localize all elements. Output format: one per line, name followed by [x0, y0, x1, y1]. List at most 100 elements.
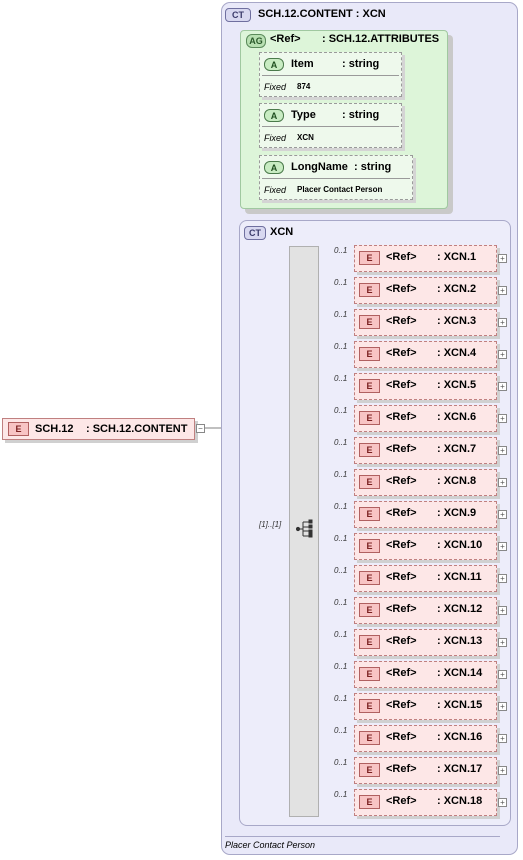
complex-type-icon: CT [225, 8, 251, 22]
element-type: : XCN.9 [437, 507, 477, 519]
element-icon: E [359, 507, 380, 521]
element-occurrence: 0..1 [334, 694, 348, 703]
element-icon: E [359, 699, 380, 713]
root-element-type: : SCH.12.CONTENT [86, 423, 188, 435]
element-type: : XCN.3 [437, 315, 477, 327]
fixed-value: 874 [297, 82, 311, 91]
fixed-label: Fixed [264, 185, 287, 195]
element-icon: E [359, 315, 380, 329]
element-ref: <Ref> [386, 763, 417, 775]
element-occurrence: 0..1 [334, 534, 348, 543]
root-element-name: SCH.12 [35, 423, 74, 435]
root-element[interactable]: E SCH.12 : SCH.12.CONTENT [2, 418, 195, 440]
sequence-occurrence: [1]..[1] [259, 520, 282, 529]
element-occurrence: 0..1 [334, 726, 348, 735]
element-type: : XCN.1 [437, 251, 477, 263]
element-occurrence: 0..1 [334, 790, 348, 799]
element-ref: <Ref> [386, 315, 417, 327]
element-icon: E [359, 443, 380, 457]
expand-icon[interactable]: + [498, 734, 507, 743]
expand-icon[interactable]: + [498, 446, 507, 455]
element-type: : XCN.15 [437, 699, 483, 711]
element-ref: <Ref> [386, 731, 417, 743]
element-type: : XCN.16 [437, 731, 483, 743]
divider [262, 178, 410, 179]
element-occurrence: 0..1 [334, 310, 348, 319]
fixed-value: XCN [297, 133, 314, 142]
element-icon: E [359, 763, 380, 777]
complex-type-title: SCH.12.CONTENT : XCN [258, 8, 386, 20]
expand-icon[interactable]: + [498, 478, 507, 487]
attribute-group-ref: <Ref> [270, 33, 301, 45]
element-ref: <Ref> [386, 539, 417, 551]
element-icon: E [359, 603, 380, 617]
collapse-icon[interactable]: − [196, 424, 205, 433]
attribute-type: : string [354, 161, 392, 173]
expand-icon[interactable]: + [498, 702, 507, 711]
element-occurrence: 0..1 [334, 758, 348, 767]
divider [262, 75, 399, 76]
element-type: : XCN.11 [437, 571, 482, 583]
element-type: : XCN.4 [437, 347, 477, 359]
expand-icon[interactable]: + [498, 542, 507, 551]
attribute-icon: A [264, 109, 284, 122]
element-type: : XCN.5 [437, 379, 477, 391]
expand-icon[interactable]: + [498, 670, 507, 679]
attribute-type: : string [342, 58, 380, 70]
expand-icon[interactable]: + [498, 798, 507, 807]
element-occurrence: 0..1 [334, 502, 348, 511]
xcn-title: XCN [270, 226, 294, 238]
element-icon: E [359, 411, 380, 425]
element-occurrence: 0..1 [334, 470, 348, 479]
attribute-icon: A [264, 58, 284, 71]
element-ref: <Ref> [386, 347, 417, 359]
expand-icon[interactable]: + [498, 574, 507, 583]
expand-icon[interactable]: + [498, 766, 507, 775]
element-ref: <Ref> [386, 667, 417, 679]
element-ref: <Ref> [386, 443, 417, 455]
attribute-name: Type [291, 109, 316, 121]
element-icon: E [359, 539, 380, 553]
expand-icon[interactable]: + [498, 318, 507, 327]
element-icon: E [359, 667, 380, 681]
element-icon: E [359, 731, 380, 745]
sequence-icon [296, 519, 313, 538]
element-ref: <Ref> [386, 411, 417, 423]
element-type: : XCN.17 [437, 763, 483, 775]
footer-annotation: Placer Contact Person [225, 840, 316, 850]
attribute-name: Item [291, 58, 314, 70]
element-ref: <Ref> [386, 699, 417, 711]
element-occurrence: 0..1 [334, 662, 348, 671]
element-ref: <Ref> [386, 635, 417, 647]
expand-icon[interactable]: + [498, 510, 507, 519]
element-ref: <Ref> [386, 603, 417, 615]
complex-type-icon: CT [244, 226, 266, 240]
expand-icon[interactable]: + [498, 414, 507, 423]
expand-icon[interactable]: + [498, 638, 507, 647]
element-type: : XCN.10 [437, 539, 483, 551]
element-icon: E [359, 251, 380, 265]
element-ref: <Ref> [386, 795, 417, 807]
element-type: : XCN.7 [437, 443, 477, 455]
element-occurrence: 0..1 [334, 406, 348, 415]
element-icon: E [359, 795, 380, 809]
element-icon: E [359, 571, 380, 585]
expand-icon[interactable]: + [498, 350, 507, 359]
expand-icon[interactable]: + [498, 254, 507, 263]
element-icon: E [359, 283, 380, 297]
element-type: : XCN.8 [437, 475, 477, 487]
element-occurrence: 0..1 [334, 630, 348, 639]
attribute-type: : string [342, 109, 380, 121]
element-type: : XCN.2 [437, 283, 477, 295]
element-ref: <Ref> [386, 507, 417, 519]
expand-icon[interactable]: + [498, 286, 507, 295]
expand-icon[interactable]: + [498, 606, 507, 615]
attribute-name: LongName [291, 161, 348, 173]
element-ref: <Ref> [386, 571, 417, 583]
divider [262, 126, 399, 127]
element-type: : XCN.13 [437, 635, 483, 647]
expand-icon[interactable]: + [498, 382, 507, 391]
element-occurrence: 0..1 [334, 278, 348, 287]
element-icon: E [359, 379, 380, 393]
element-ref: <Ref> [386, 283, 417, 295]
